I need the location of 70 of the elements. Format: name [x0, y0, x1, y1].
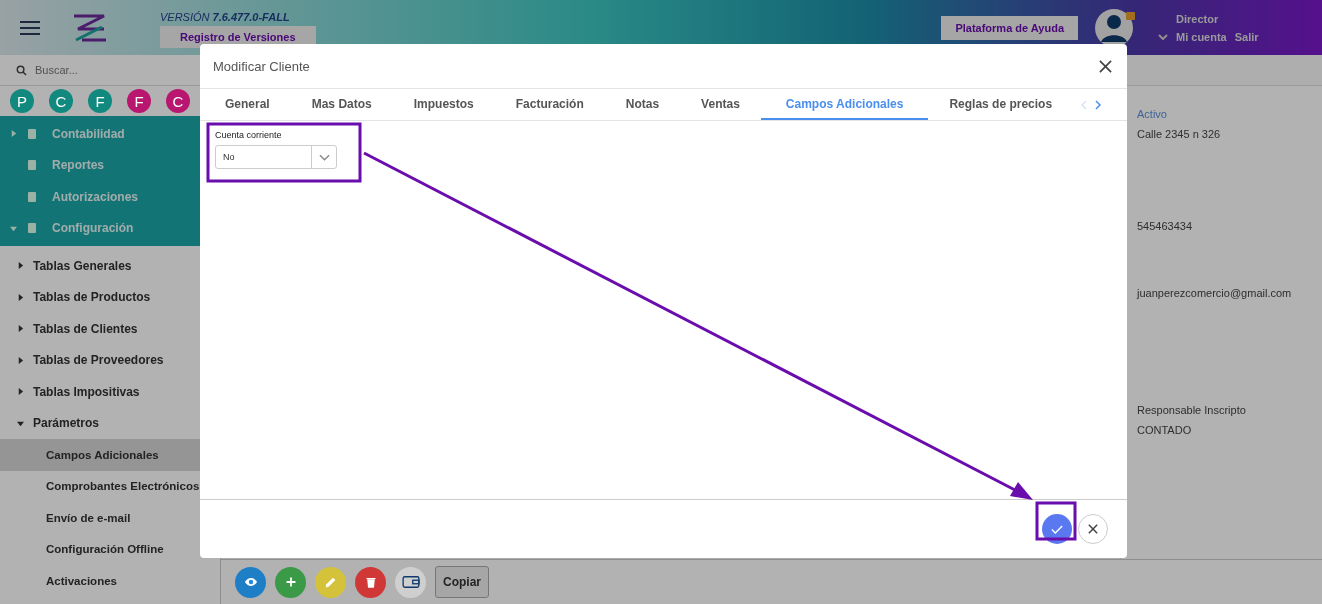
- shortcut-button[interactable]: C: [49, 89, 73, 113]
- detail-value: juanperezcomercio@gmail.com: [1137, 287, 1293, 299]
- menu-item[interactable]: Envío de e-mail: [0, 502, 200, 534]
- help-platform-button[interactable]: Plataforma de Ayuda: [941, 15, 1078, 40]
- detail-value: Responsable Inscripto: [1137, 404, 1247, 416]
- version-label: VERSIÓN 7.6.477.0-FALL: [160, 11, 291, 23]
- chevron-down-icon[interactable]: [1158, 33, 1168, 40]
- chevron-down-icon: [318, 153, 330, 161]
- caret-icon: [17, 388, 24, 396]
- chevron-right-icon[interactable]: [1095, 99, 1102, 110]
- menu-item[interactable]: Campos Adicionales: [0, 439, 200, 471]
- menu-item-icon: [26, 190, 38, 203]
- plus-icon: [284, 576, 297, 588]
- close-icon: [1088, 524, 1098, 534]
- shortcut-button[interactable]: C: [166, 89, 190, 113]
- tab[interactable]: General: [204, 89, 291, 120]
- detail-value: Activo: [1137, 108, 1168, 120]
- copy-button[interactable]: Copiar: [435, 566, 489, 598]
- tab[interactable]: Reglas de precios: [928, 89, 1074, 120]
- menu-item[interactable]: Tablas de Clientes: [0, 313, 200, 345]
- eye-icon: [243, 575, 258, 589]
- search-icon: [16, 64, 27, 76]
- menu-item[interactable]: Tablas Impositivas: [0, 376, 200, 408]
- menu-icon[interactable]: [20, 20, 40, 35]
- trash-icon: [364, 575, 377, 589]
- tab[interactable]: Facturación: [494, 89, 605, 120]
- menu-item-icon: [26, 222, 38, 235]
- menu-item[interactable]: Parámetros: [0, 407, 200, 439]
- delete-button[interactable]: [355, 566, 386, 598]
- menu-item-icon: [26, 159, 38, 172]
- menu-item-icon: [26, 127, 38, 140]
- detail-value: 545463434: [1137, 220, 1194, 232]
- caret-icon: [17, 356, 24, 364]
- checkmark-icon: [1051, 524, 1063, 534]
- shortcut-button[interactable]: P: [10, 89, 34, 113]
- account-link[interactable]: Salir: [1234, 30, 1259, 43]
- wallet-button[interactable]: [395, 566, 426, 598]
- menu-item[interactable]: Tablas Generales: [0, 250, 200, 282]
- caret-icon: [17, 419, 24, 427]
- shortcut-button[interactable]: F: [127, 89, 151, 113]
- tab[interactable]: Ventas: [680, 89, 761, 120]
- search-field[interactable]: Buscar...: [35, 64, 135, 76]
- wallet-icon: [401, 575, 420, 589]
- caret-icon: [17, 325, 24, 333]
- modal-title: Modificar Cliente: [213, 58, 310, 74]
- detail-value: CONTADO: [1137, 424, 1193, 436]
- menu-item[interactable]: Comprobantes Electrónicos: [0, 470, 200, 502]
- add-button[interactable]: [275, 566, 306, 598]
- close-icon[interactable]: [1099, 59, 1112, 73]
- highlight-box: [1035, 501, 1077, 541]
- caret-icon: [17, 262, 24, 270]
- dropdown-field[interactable]: No: [215, 145, 337, 169]
- tab[interactable]: Notas: [604, 89, 681, 120]
- field-label: Cuenta corriente: [215, 130, 283, 140]
- menu-item[interactable]: Configuración Offline: [0, 533, 200, 565]
- pencil-icon: [324, 575, 337, 589]
- menu-item[interactable]: Tablas de Productos: [0, 281, 200, 313]
- account-link[interactable]: Mi cuenta: [1176, 30, 1227, 43]
- caret-icon: [10, 130, 17, 138]
- detail-value: Calle 2345 n 326: [1137, 128, 1222, 140]
- tab[interactable]: Impuestos: [392, 89, 495, 120]
- shortcut-button[interactable]: F: [88, 89, 112, 113]
- tab[interactable]: Mas Datos: [290, 89, 393, 120]
- menu-item[interactable]: Activaciones: [0, 565, 200, 597]
- user-role: Director: [1175, 12, 1220, 25]
- caret-icon: [10, 224, 17, 232]
- caret-icon: [17, 293, 24, 301]
- cancel-button[interactable]: [1078, 514, 1108, 544]
- view-button[interactable]: [235, 566, 266, 598]
- menu-item[interactable]: Tablas de Proveedores: [0, 344, 200, 376]
